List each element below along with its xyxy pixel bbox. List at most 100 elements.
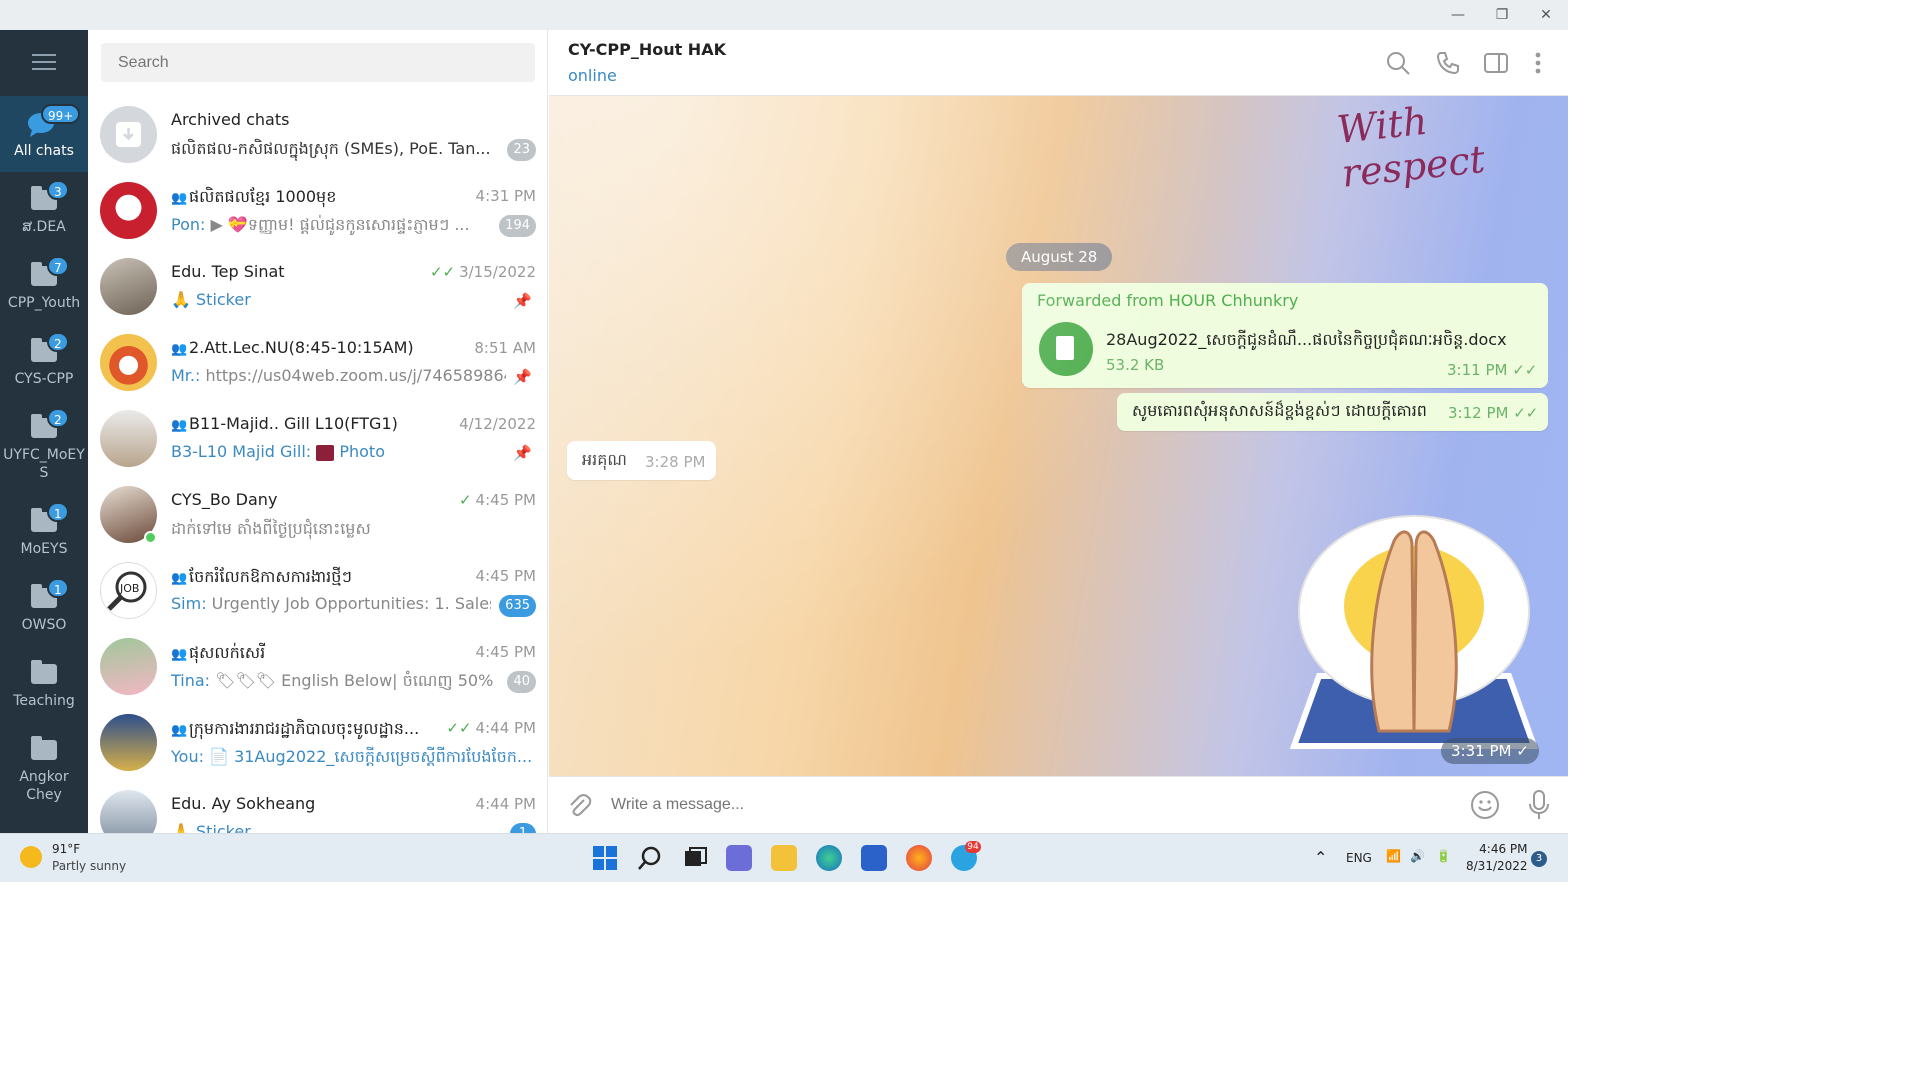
- battery-icon[interactable]: 🔋: [1436, 849, 1451, 863]
- volume-icon[interactable]: 🔊: [1410, 849, 1425, 863]
- chat-avatar: [100, 638, 157, 695]
- notification-badge[interactable]: 3: [1531, 851, 1547, 867]
- document-icon[interactable]: [1039, 322, 1093, 376]
- folder-uyfc-moeys[interactable]: 2 UYFC_MoEYS: [0, 400, 88, 484]
- teams-chat-icon[interactable]: [726, 845, 752, 871]
- folder-label: Teaching: [13, 693, 75, 709]
- search-button[interactable]: [1385, 50, 1411, 76]
- windows-taskbar: 91°F Partly sunny 94 ⌃ ENG 📶 🔊 🔋 4:46 PM…: [0, 833, 1568, 882]
- chat-avatar: [100, 182, 157, 239]
- forwarded-document-message[interactable]: Forwarded from HOUR Chhunkry 28Aug2022_ស…: [1022, 283, 1548, 388]
- sidebar-toggle-button[interactable]: [1483, 50, 1509, 76]
- unread-badge: 194: [499, 215, 536, 237]
- chat-item[interactable]: 👥 2.Att.Lec.NU(8:45-10:15AM) 8:51 AM Mr.:…: [88, 324, 547, 400]
- pin-icon: 📌: [513, 368, 532, 386]
- folder-all-chats[interactable]: 99+ All chats: [0, 96, 88, 172]
- voice-message-button[interactable]: [1527, 789, 1551, 821]
- message-text: អរគុណ: [582, 450, 627, 469]
- sent-tick-icon: ✓: [1516, 742, 1529, 760]
- weather-icon[interactable]: [20, 846, 42, 868]
- close-button[interactable]: ✕: [1528, 4, 1564, 26]
- folder-cpp-youth[interactable]: 7 CPP_Youth: [0, 248, 88, 324]
- chat-item[interactable]: Edu. Ay Sokheang 4:44 PM 🙏 Sticker 1: [88, 780, 547, 833]
- group-icon: 👥: [171, 342, 188, 357]
- chat-time: ✓✓ 3/15/2022: [429, 263, 536, 281]
- folder-cys-cpp[interactable]: 2 CYS-CPP: [0, 324, 88, 400]
- chat-name: CYS_Bo Dany: [171, 490, 278, 509]
- task-view-button[interactable]: [682, 845, 708, 871]
- chat-item[interactable]: Edu. Tep Sinat ✓✓ 3/15/2022 🙏 Sticker 📌: [88, 248, 547, 324]
- folder-label: All chats: [14, 143, 74, 159]
- chat-item[interactable]: 👥 B11-Majid.. Gill L10(FTG1) 4/12/2022 B3…: [88, 400, 547, 476]
- group-icon: 👥: [171, 191, 188, 206]
- chat-preview: Pon: ▶ 💝ទញ្ញាម! ផ្តល់ជូនកូនសោរផ្ទះភ្ញាមៗ…: [171, 215, 470, 234]
- folder-label: UYFC_MoEYS: [3, 447, 85, 481]
- chat-item[interactable]: 👥 ក្រុមការងាររាជរដ្ឋាភិបាលចុះមូលដ្ឋាន... …: [88, 704, 547, 780]
- read-ticks-icon: ✓✓: [429, 263, 456, 281]
- incoming-text-message[interactable]: អរគុណ 3:28 PM: [567, 441, 716, 480]
- more-options-button[interactable]: [1525, 50, 1551, 76]
- folder-label: ສ.DEA: [22, 219, 66, 235]
- outgoing-text-message[interactable]: សូមគោរពសុំអនុសាសន៍ដ៏ខ្ពង់ខ្ពស់ៗ ដោយក្តីគ…: [1117, 393, 1548, 431]
- chat-name: 👥 ចែករំលែកឱកាសការងារថ្មីៗ: [171, 567, 352, 586]
- message-area[interactable]: With respect August 28 Forwarded from HO…: [549, 96, 1568, 776]
- message-time: 3:11 PM ✓✓: [1447, 361, 1538, 379]
- pin-icon: 📌: [513, 444, 532, 462]
- chat-header: CY-CPP_Hout HAK online: [549, 30, 1568, 96]
- emoji-button[interactable]: [1471, 791, 1499, 819]
- chat-item[interactable]: 👥 ផលិតផលខ្មែរ 1000មុខ 4:31 PM Pon: ▶ 💝ទញ្…: [88, 172, 547, 248]
- search-input[interactable]: [101, 43, 535, 82]
- praying-hands-sticker[interactable]: [1284, 501, 1544, 751]
- unread-badge: 40: [507, 671, 536, 693]
- chat-item[interactable]: JOB 👥 ចែករំលែកឱកាសការងារថ្មីៗ 4:45 PM Sim…: [88, 552, 547, 628]
- read-ticks-icon: ✓✓: [1513, 404, 1539, 422]
- group-icon: 👥: [171, 418, 188, 433]
- start-button[interactable]: [592, 845, 618, 871]
- attach-button[interactable]: [566, 792, 592, 818]
- chat-avatar: [100, 258, 157, 315]
- message-time: 3:12 PM ✓✓: [1448, 404, 1539, 422]
- chat-item[interactable]: 👥 ផុសលក់សេរី 4:45 PM Tina: 🏷🏷🏷 English Be…: [88, 628, 547, 704]
- weather-temperature[interactable]: 91°F: [52, 842, 80, 856]
- kebab-menu-icon: [1535, 52, 1541, 74]
- chat-title[interactable]: CY-CPP_Hout HAK: [568, 40, 726, 59]
- minimize-button[interactable]: —: [1440, 4, 1476, 26]
- paperclip-icon: [570, 794, 592, 817]
- file-explorer-icon[interactable]: [771, 845, 797, 871]
- show-hidden-icons-button[interactable]: ⌃: [1314, 848, 1327, 867]
- folder-badge: 1: [47, 502, 69, 522]
- chat-name: 👥 ផុសលក់សេរី: [171, 643, 266, 662]
- system-clock[interactable]: 4:46 PM 8/31/2022: [1466, 841, 1528, 875]
- chat-avatar: JOB: [100, 562, 157, 619]
- telegram-taskbar-icon[interactable]: 94: [951, 841, 981, 871]
- firefox-icon[interactable]: [906, 845, 932, 871]
- chat-name: 👥 ក្រុមការងាររាជរដ្ឋាភិបាលចុះមូលដ្ឋាន...: [171, 719, 420, 738]
- message-input[interactable]: [611, 793, 1431, 817]
- chat-item[interactable]: CYS_Bo Dany ✓ 4:45 PM ដាក់ទៅមេ តាំងពីថ្ងៃ…: [88, 476, 547, 552]
- read-ticks-icon: ✓✓: [1512, 361, 1538, 379]
- weather-description[interactable]: Partly sunny: [52, 859, 126, 873]
- chat-avatar: [100, 334, 157, 391]
- input-language[interactable]: ENG: [1346, 851, 1372, 865]
- folder-label: CYS-CPP: [14, 371, 74, 387]
- chat-item-archived[interactable]: Archived chats ផលិតផល-កសិផលក្នុងស្រុក (S…: [88, 96, 547, 172]
- folder-owso[interactable]: 1 OWSO: [0, 570, 88, 646]
- forwarded-from-label[interactable]: Forwarded from HOUR Chhunkry: [1037, 291, 1298, 310]
- microsoft-store-icon[interactable]: [861, 845, 887, 871]
- folder-angkor-chey[interactable]: Angkor Chey: [0, 722, 88, 812]
- chat-preview: You: 📄 31Aug2022_សេចក្តីសម្រេចស្តីពីការប…: [171, 747, 531, 766]
- chat-preview: Tina: 🏷🏷🏷 English Below| ចំណេញ 50% ...: [171, 671, 496, 690]
- edge-browser-icon[interactable]: [816, 845, 842, 871]
- folder-teaching[interactable]: Teaching: [0, 646, 88, 722]
- phone-icon: [1436, 52, 1459, 75]
- online-indicator: [144, 531, 157, 544]
- date-separator: August 28: [1006, 243, 1113, 271]
- folder-dea[interactable]: 3 ສ.DEA: [0, 172, 88, 248]
- hamburger-menu-button[interactable]: [0, 30, 88, 94]
- restore-button[interactable]: ❐: [1484, 4, 1520, 26]
- chat-name: 👥 2.Att.Lec.NU(8:45-10:15AM): [171, 338, 414, 357]
- taskbar-search-button[interactable]: [637, 845, 663, 871]
- wifi-icon[interactable]: 📶: [1386, 849, 1401, 863]
- call-button[interactable]: [1435, 50, 1461, 76]
- folder-moeys[interactable]: 1 MoEYS: [0, 494, 88, 570]
